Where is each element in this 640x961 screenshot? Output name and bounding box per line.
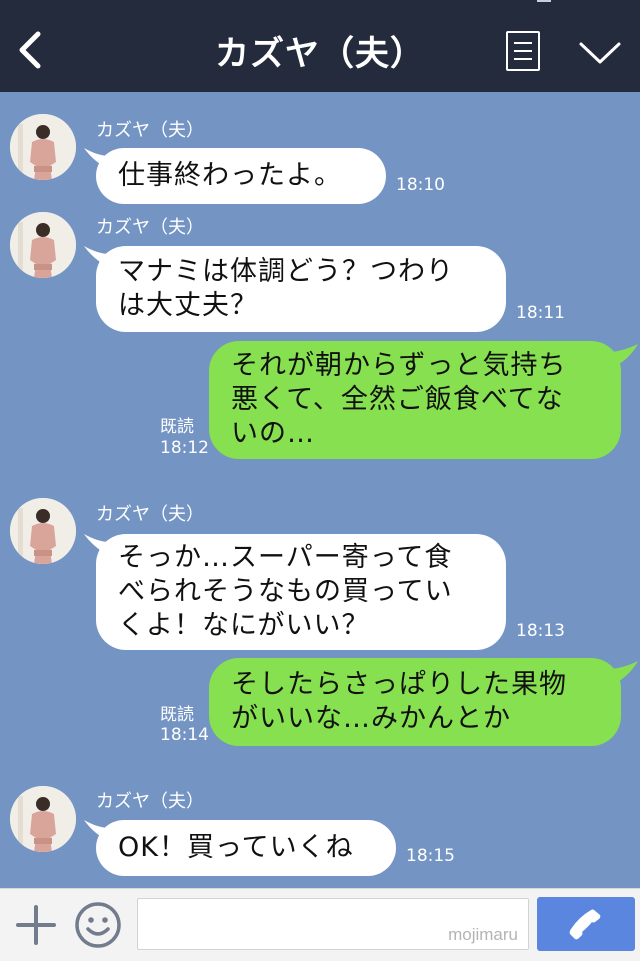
sender-name: カズヤ（夫） — [96, 791, 204, 812]
person-icon — [10, 212, 76, 278]
sender-name: カズヤ（夫） — [96, 504, 204, 525]
message-time: 18:10 — [396, 175, 445, 195]
message-time: 18:13 — [516, 621, 565, 641]
chat-title: カズヤ（夫） — [215, 34, 425, 74]
avatar[interactable] — [10, 114, 76, 180]
avatar[interactable] — [10, 498, 76, 564]
menu-icon[interactable] — [506, 31, 540, 71]
call-button[interactable] — [537, 897, 635, 951]
person-icon — [10, 498, 76, 564]
message-time: 18:14 — [160, 725, 209, 745]
status-bar-fragment — [537, 0, 551, 2]
chat-header: カズヤ（夫） — [0, 0, 640, 92]
read-receipt: 既読 — [160, 417, 194, 437]
message-input[interactable]: mojimaru — [137, 898, 529, 950]
person-icon — [10, 786, 76, 852]
smile-icon[interactable] — [74, 901, 122, 949]
message-bubble[interactable]: 仕事終わったよ。 — [96, 148, 386, 204]
bubble-tail — [612, 344, 638, 366]
phone-icon — [569, 909, 601, 940]
watermark: mojimaru — [448, 925, 518, 944]
message-time: 18:15 — [406, 846, 455, 866]
sender-name: カズヤ（夫） — [96, 217, 204, 238]
message-bubble[interactable]: マナミは体調どう？つわり は大丈夫？ — [96, 246, 506, 332]
chevron-down-icon[interactable] — [578, 40, 622, 66]
message-time: 18:11 — [516, 303, 565, 323]
bubble-tail — [612, 661, 638, 683]
input-bar: mojimaru — [0, 888, 640, 961]
message-bubble[interactable]: OK！買っていくね — [96, 820, 396, 876]
person-icon — [10, 114, 76, 180]
read-receipt: 既読 — [160, 705, 194, 725]
plus-icon[interactable] — [16, 905, 56, 945]
message-bubble[interactable]: そっか…スーパー寄って食 べられそうなもの買ってい くよ！なにがいい？ — [96, 534, 506, 650]
message-bubble[interactable]: それが朝からずっと気持ち 悪くて、全然ご飯食べてな いの… — [209, 341, 621, 459]
message-bubble[interactable]: そしたらさっぱりした果物 がいいな…みかんとか — [209, 658, 621, 746]
avatar[interactable] — [10, 212, 76, 278]
avatar[interactable] — [10, 786, 76, 852]
message-time: 18:12 — [160, 438, 209, 458]
sender-name: カズヤ（夫） — [96, 120, 204, 141]
